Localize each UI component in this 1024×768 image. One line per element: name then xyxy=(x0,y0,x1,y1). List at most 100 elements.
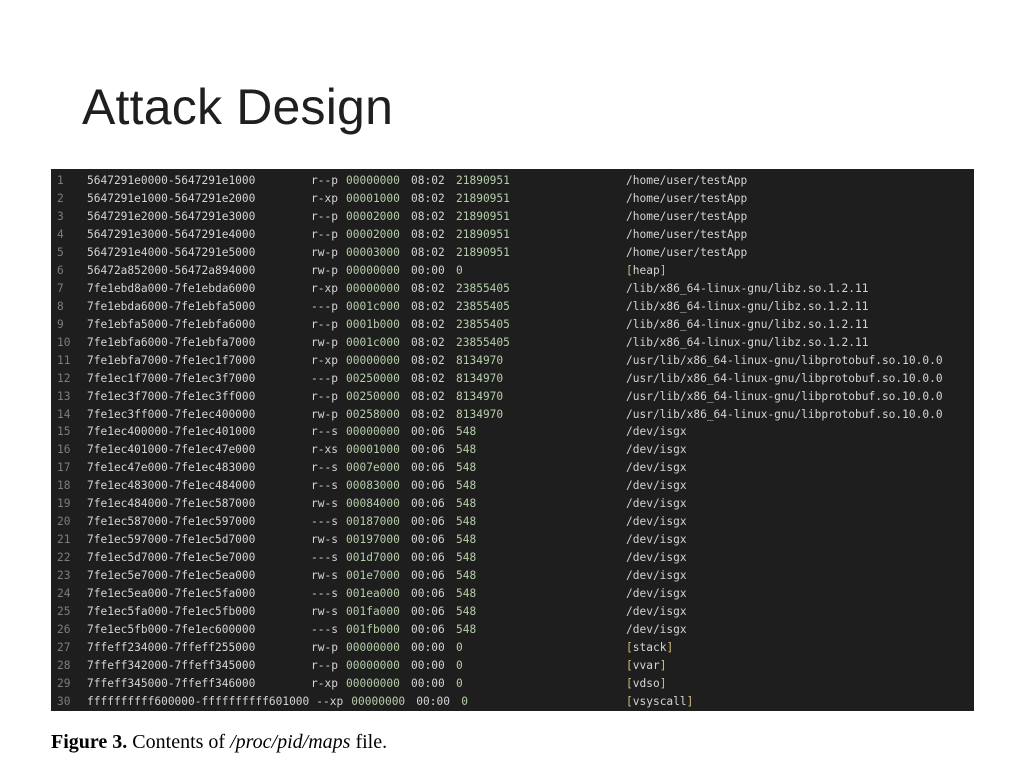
figure-caption: Figure 3. Contents of /proc/pid/maps fil… xyxy=(51,732,387,752)
mapped-path: /dev/isgx xyxy=(626,425,687,439)
mapped-path: /home/user/testApp xyxy=(626,228,748,242)
device: 00:06 xyxy=(411,622,445,636)
caption-label: Figure 3. xyxy=(51,731,128,753)
offset: 00002000 xyxy=(346,228,400,242)
line-number: 28 xyxy=(57,658,71,672)
inode: 21890951 xyxy=(456,174,510,188)
inode: 23855405 xyxy=(456,281,510,295)
mapped-path: /dev/isgx xyxy=(626,604,687,618)
bracket-close: ] xyxy=(659,676,667,690)
permissions: ---s xyxy=(311,515,338,529)
offset: 00083000 xyxy=(346,479,400,493)
offset: 00000000 xyxy=(346,425,400,439)
mapped-path: /usr/lib/x86_64-linux-gnu/libprotobuf.so… xyxy=(626,371,943,385)
maps-listing: 1 5647291e0000-5647291e1000 r--p 00000000 08… xyxy=(51,169,974,711)
offset: 00000000 xyxy=(346,174,400,188)
line-number: 16 xyxy=(57,443,71,457)
mapped-path: /dev/isgx xyxy=(626,551,687,565)
address-range: 5647291e0000-5647291e1000 xyxy=(87,174,256,188)
permissions: r--s xyxy=(311,425,338,439)
permissions: rw-p xyxy=(311,335,338,349)
device: 08:02 xyxy=(411,210,445,224)
line-number: 19 xyxy=(57,497,71,511)
address-range: 7fe1ec483000-7fe1ec484000 xyxy=(87,479,256,493)
inode: 21890951 xyxy=(456,192,510,206)
map-line: 8 7fe1ebda6000-7fe1ebfa5000 ---p 0001c000 08… xyxy=(51,298,974,316)
offset: 00000000 xyxy=(346,640,400,654)
device: 08:02 xyxy=(411,317,445,331)
inode: 548 xyxy=(456,443,477,457)
line-number: 3 xyxy=(57,210,64,224)
bracket-close: ] xyxy=(666,640,674,654)
address-range: 7fe1ebd8a000-7fe1ebda6000 xyxy=(87,281,256,295)
inode: 548 xyxy=(456,461,477,475)
address-range: 7ffeff345000-7ffeff346000 xyxy=(87,676,256,690)
line-number: 30 xyxy=(57,694,71,708)
device: 00:00 xyxy=(411,676,445,690)
permissions: r-xs xyxy=(311,443,338,457)
mapped-path: /dev/isgx xyxy=(626,443,687,457)
offset: 00000000 xyxy=(346,353,400,367)
device: 00:06 xyxy=(411,497,445,511)
permissions: r--s xyxy=(311,479,338,493)
inode: 548 xyxy=(456,479,477,493)
permissions: r--s xyxy=(311,461,338,475)
map-line: 25 7fe1ec5fa000-7fe1ec5fb000 rw-s 001fa000 0… xyxy=(51,603,974,621)
inode: 548 xyxy=(456,568,477,582)
inode: 0 xyxy=(456,658,463,672)
inode: 21890951 xyxy=(456,246,510,260)
line-number: 6 xyxy=(57,264,64,278)
address-range: 7fe1ec400000-7fe1ec401000 xyxy=(87,425,256,439)
bracket-open: [ xyxy=(626,676,633,690)
permissions: r-xp xyxy=(311,192,338,206)
mapped-path: /dev/isgx xyxy=(626,568,687,582)
mapped-path: /lib/x86_64-linux-gnu/libz.so.1.2.11 xyxy=(626,317,869,331)
mapped-path: /dev/isgx xyxy=(626,533,687,547)
map-line: 21 7fe1ec597000-7fe1ec5d7000 rw-s 00197000 0… xyxy=(51,531,974,549)
caption-text-before: Contents of xyxy=(127,731,231,753)
inode: 548 xyxy=(456,515,477,529)
map-line: 9 7fe1ebfa5000-7fe1ebfa6000 r--p 0001b000 08… xyxy=(51,316,974,334)
permissions: r--p xyxy=(311,228,338,242)
address-range: 7fe1ec5fb000-7fe1ec600000 xyxy=(87,622,256,636)
address-range: 7fe1ec5e7000-7fe1ec5ea000 xyxy=(87,568,256,582)
mapped-path: /dev/isgx xyxy=(626,479,687,493)
caption-path: /proc/pid/maps xyxy=(230,731,351,753)
line-number: 13 xyxy=(57,389,71,403)
device: 08:02 xyxy=(411,228,445,242)
permissions: r--p xyxy=(311,210,338,224)
permissions: r-xp xyxy=(311,281,338,295)
device: 08:02 xyxy=(411,174,445,188)
inode: 23855405 xyxy=(456,299,510,313)
permissions: r--p xyxy=(311,174,338,188)
offset: 001fa000 xyxy=(346,604,400,618)
device: 00:00 xyxy=(411,640,445,654)
inode: 8134970 xyxy=(456,371,504,385)
permissions: r--p xyxy=(311,317,338,331)
device: 08:02 xyxy=(411,246,445,260)
permissions: rw-p xyxy=(311,246,338,260)
mapped-path: [stack] xyxy=(626,642,673,653)
offset: 00187000 xyxy=(346,515,400,529)
inode: 21890951 xyxy=(456,210,510,224)
map-line: 3 5647291e2000-5647291e3000 r--p 00002000 08… xyxy=(51,208,974,226)
permissions: ---s xyxy=(311,551,338,565)
address-range: 7fe1ebda6000-7fe1ebfa5000 xyxy=(87,299,256,313)
device: 00:00 xyxy=(416,694,450,708)
address-range: 7fe1ec47e000-7fe1ec483000 xyxy=(87,461,256,475)
address-range: 7ffeff342000-7ffeff345000 xyxy=(87,658,256,672)
device: 08:02 xyxy=(411,371,445,385)
map-line: 17 7fe1ec47e000-7fe1ec483000 r--s 0007e000 0… xyxy=(51,459,974,477)
inode: 548 xyxy=(456,425,477,439)
permissions: ---p xyxy=(311,299,338,313)
mapped-path: [vvar] xyxy=(626,660,666,671)
address-range: 7fe1ec5fa000-7fe1ec5fb000 xyxy=(87,604,256,618)
offset: 00084000 xyxy=(346,497,400,511)
device: 08:02 xyxy=(411,353,445,367)
offset: 00003000 xyxy=(346,246,400,260)
line-number: 9 xyxy=(57,317,64,331)
mapped-path: /lib/x86_64-linux-gnu/libz.so.1.2.11 xyxy=(626,299,869,313)
offset: 00000000 xyxy=(351,694,406,708)
line-number: 7 xyxy=(57,281,64,295)
address-range: 7fe1ebfa5000-7fe1ebfa6000 xyxy=(87,317,256,331)
